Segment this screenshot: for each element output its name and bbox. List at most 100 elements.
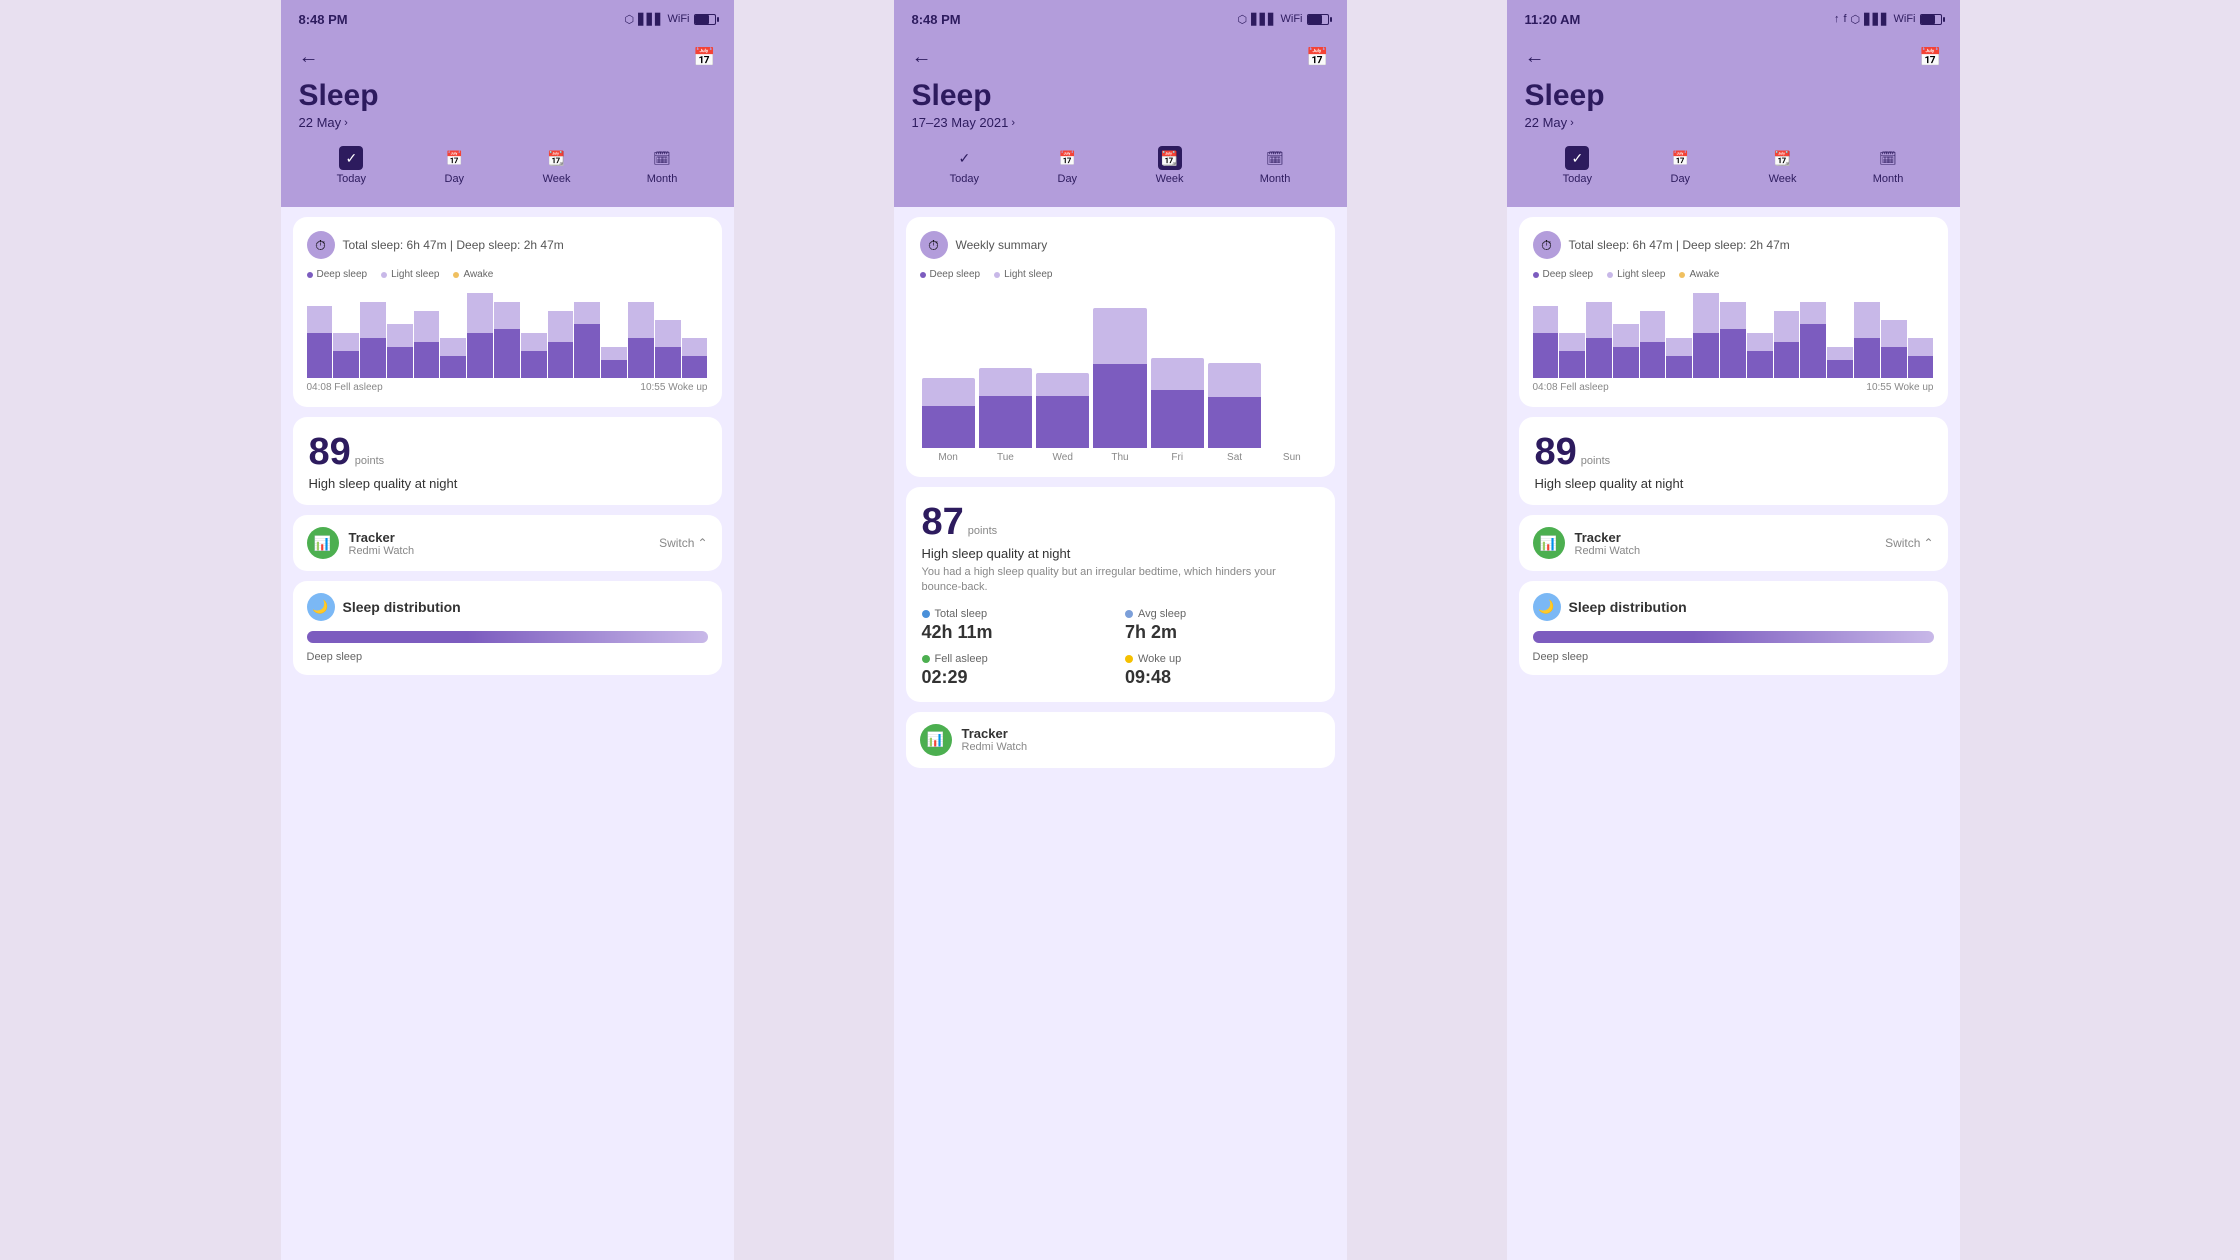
screen-left: 8:48 PM ⬡ ▋▋▋ WiFi ← 📅 Sleep 22 May› xyxy=(281,0,734,1260)
tab-today-middle[interactable]: ✓ Today xyxy=(940,142,989,189)
tab-day-middle[interactable]: 📅 Day xyxy=(1045,142,1089,189)
date-middle[interactable]: 17–23 May 2021› xyxy=(912,115,1329,130)
score-card-left: 89 points High sleep quality at night xyxy=(293,417,722,505)
dist-icon-left: 🌙 xyxy=(307,593,335,621)
stats-grid-middle: Total sleep 42h 11m Avg sleep 7h 2m xyxy=(922,608,1319,688)
calendar-button-left[interactable]: 📅 xyxy=(693,47,715,68)
woke-up-left: 10:55 Woke up xyxy=(640,382,707,393)
legend-deep-label-left: Deep sleep xyxy=(317,269,368,280)
date-left[interactable]: 22 May› xyxy=(299,115,716,130)
sleep-block-r15 xyxy=(1908,288,1934,378)
dist-header-left: 🌙 Sleep distribution xyxy=(307,593,708,621)
tab-today-right[interactable]: ✓ Today xyxy=(1553,142,1602,189)
legend-light-label-right: Light sleep xyxy=(1617,269,1665,280)
dist-bar-right xyxy=(1533,631,1934,643)
status-icons-middle: ⬡ ▋▋▋ WiFi xyxy=(1238,13,1329,26)
tab-today-icon-right: ✓ xyxy=(1565,146,1589,170)
switch-button-left[interactable]: Switch ⌃ xyxy=(659,536,707,550)
weekly-light-dot xyxy=(994,272,1000,278)
header-right: ← 📅 Sleep 22 May› ✓ Today 📅 Day 📆 Week xyxy=(1507,36,1960,207)
sleep-block-6 xyxy=(440,288,466,378)
stat-avg-label-row: Avg sleep xyxy=(1125,608,1319,620)
nav-bar-left: ← 📅 xyxy=(299,46,716,69)
bar-thu xyxy=(1093,288,1146,448)
tab-day-label-left: Day xyxy=(445,173,465,185)
dist-bar-left xyxy=(307,631,708,643)
tab-day-left[interactable]: 📅 Day xyxy=(432,142,476,189)
sleep-block-10 xyxy=(548,288,574,378)
bar-mon xyxy=(922,288,975,448)
weekly-legend-middle: Deep sleep Light sleep xyxy=(920,269,1321,280)
tab-week-label-right: Week xyxy=(1769,173,1797,185)
battery-icon-left xyxy=(694,14,716,25)
tab-month-label-left: Month xyxy=(647,173,678,185)
screens-container: 8:48 PM ⬡ ▋▋▋ WiFi ← 📅 Sleep 22 May› xyxy=(0,0,2240,1260)
battery-icon-right xyxy=(1920,14,1942,25)
stat-woke-up: Woke up 09:48 xyxy=(1125,653,1319,688)
tracker-info-right: Tracker Redmi Watch xyxy=(1575,530,1641,557)
sleep-block-r14 xyxy=(1881,288,1907,378)
score-desc-left: High sleep quality at night xyxy=(309,476,706,491)
sleep-block-r1 xyxy=(1533,288,1559,378)
tab-day-icon-middle: 📅 xyxy=(1055,146,1079,170)
legend-light-dot-right xyxy=(1607,272,1613,278)
tab-day-right[interactable]: 📅 Day xyxy=(1658,142,1702,189)
stat-fell-value: 02:29 xyxy=(922,667,1116,688)
sleep-block-3 xyxy=(360,288,386,378)
tracker-device-middle: Redmi Watch xyxy=(962,741,1028,753)
score-label-left: points xyxy=(355,455,384,467)
tab-week-right[interactable]: 📆 Week xyxy=(1759,142,1807,189)
tab-week-left[interactable]: 📆 Week xyxy=(533,142,581,189)
calendar-button-right[interactable]: 📅 xyxy=(1919,47,1941,68)
score-row-left: 89 points xyxy=(309,431,706,474)
signal-icon-right: ▋▋▋ xyxy=(1864,13,1889,26)
screen-middle: 8:48 PM ⬡ ▋▋▋ WiFi ← 📅 Sleep 17–23 May 2… xyxy=(894,0,1347,1260)
weekly-light-label: Light sleep xyxy=(1004,269,1052,280)
stat-woke-value: 09:48 xyxy=(1125,667,1319,688)
tab-today-icon-middle: ✓ xyxy=(952,146,976,170)
tab-today-left[interactable]: ✓ Today xyxy=(327,142,376,189)
tab-week-icon-middle: 📆 xyxy=(1158,146,1182,170)
tab-week-label-left: Week xyxy=(543,173,571,185)
tracker-name-left: Tracker xyxy=(349,530,415,545)
tab-month-middle[interactable]: 🗓 Month xyxy=(1250,142,1301,189)
calendar-button-middle[interactable]: 📅 xyxy=(1306,47,1328,68)
stat-woke-label-row: Woke up xyxy=(1125,653,1319,665)
stat-avg-dot xyxy=(1125,610,1133,618)
stat-total-dot xyxy=(922,610,930,618)
sleep-block-r11 xyxy=(1800,288,1826,378)
sleep-block-r10 xyxy=(1774,288,1800,378)
clock-icon-left: ⏱ xyxy=(307,231,335,259)
signal-icon: ▋▋▋ xyxy=(638,13,663,26)
content-left: ⏱ Total sleep: 6h 47m | Deep sleep: 2h 4… xyxy=(281,207,734,1260)
day-label-mon: Mon xyxy=(922,452,975,463)
back-button-middle[interactable]: ← xyxy=(912,46,932,69)
tab-week-middle[interactable]: 📆 Week xyxy=(1146,142,1194,189)
screen-right: 11:20 AM ↑ f ⬡ ▋▋▋ WiFi ← 📅 Sleep 22 May… xyxy=(1507,0,1960,1260)
score-number-left: 89 xyxy=(309,431,351,474)
bar-fri xyxy=(1151,288,1204,448)
status-icons-right: ↑ f ⬡ ▋▋▋ WiFi xyxy=(1834,13,1942,26)
score-card-middle: 87 points High sleep quality at night Yo… xyxy=(906,487,1335,702)
score-label-right: points xyxy=(1581,455,1610,467)
tab-today-icon-left: ✓ xyxy=(339,146,363,170)
legend-deep-left: Deep sleep xyxy=(307,269,368,280)
tracker-left-middle: 📊 Tracker Redmi Watch xyxy=(920,724,1028,756)
switch-button-right[interactable]: Switch ⌃ xyxy=(1885,536,1933,550)
tab-month-left[interactable]: 🗓 Month xyxy=(637,142,688,189)
back-button-right[interactable]: ← xyxy=(1525,46,1545,69)
dist-icon-right: 🌙 xyxy=(1533,593,1561,621)
dist-label-left: Deep sleep xyxy=(307,651,708,663)
dist-card-left: 🌙 Sleep distribution Deep sleep xyxy=(293,581,722,675)
bar-wed xyxy=(1036,288,1089,448)
weekly-header-middle: ⏱ Weekly summary xyxy=(920,231,1321,259)
status-bar-middle: 8:48 PM ⬡ ▋▋▋ WiFi xyxy=(894,0,1347,36)
woke-up-right: 10:55 Woke up xyxy=(1866,382,1933,393)
score-row-middle: 87 points xyxy=(922,501,1319,544)
dist-header-right: 🌙 Sleep distribution xyxy=(1533,593,1934,621)
score-card-right: 89 points High sleep quality at night xyxy=(1519,417,1948,505)
back-button-left[interactable]: ← xyxy=(299,46,319,69)
date-right[interactable]: 22 May› xyxy=(1525,115,1942,130)
tab-today-label-middle: Today xyxy=(950,173,979,185)
tab-month-right[interactable]: 🗓 Month xyxy=(1863,142,1914,189)
